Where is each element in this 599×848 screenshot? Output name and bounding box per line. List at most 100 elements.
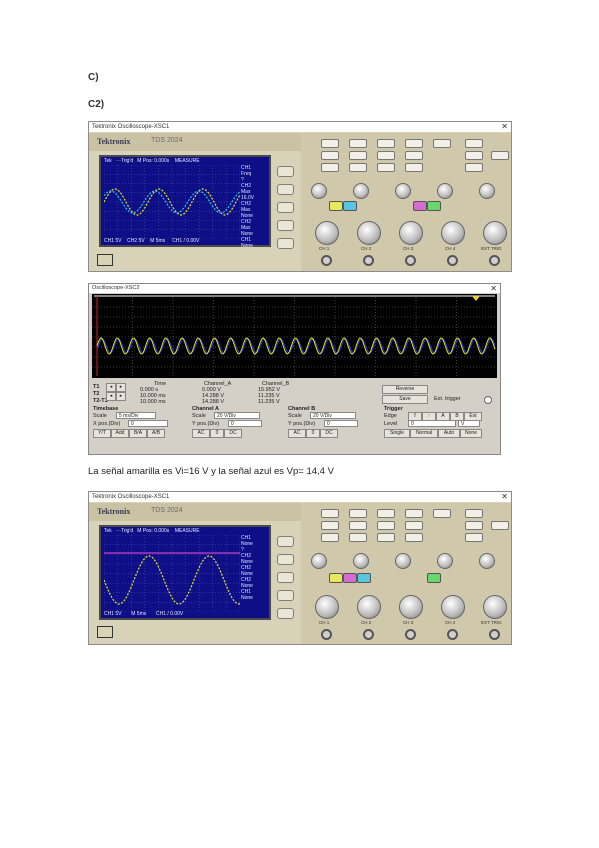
ch4-menu-button[interactable] [427, 573, 441, 583]
panel-button[interactable] [405, 533, 423, 542]
timebase-xpos-field[interactable]: 0 [128, 420, 168, 427]
position-knob[interactable] [395, 553, 411, 569]
channel-b-ac-button[interactable]: AC [288, 429, 306, 438]
volts-div-knob-ch1[interactable] [315, 595, 339, 619]
close-icon[interactable]: ✕ [490, 284, 497, 294]
sec-div-knob[interactable] [483, 221, 507, 245]
mode-ba-button[interactable]: B/A [129, 429, 147, 438]
channel-b-ypos-field[interactable]: 0 [324, 420, 358, 427]
panel-button[interactable] [377, 139, 395, 148]
volts-div-knob-ch3[interactable] [399, 221, 423, 245]
panel-button[interactable] [321, 521, 339, 530]
menu-button-1[interactable] [277, 166, 294, 177]
position-knob[interactable] [437, 553, 453, 569]
mode-add-button[interactable]: Add [111, 429, 129, 438]
close-icon[interactable]: ✕ [501, 492, 508, 502]
trigger-auto-button[interactable]: Auto [438, 429, 460, 438]
ch4-connector[interactable] [447, 629, 458, 640]
trigger-level-field[interactable]: 0 [408, 420, 456, 427]
channel-a-dc-button[interactable]: DC [224, 429, 242, 438]
ch1-menu-button[interactable] [329, 201, 343, 211]
close-icon[interactable]: ✕ [501, 122, 508, 132]
trigger-none-button[interactable]: None [460, 429, 482, 438]
menu-button-4[interactable] [277, 590, 294, 601]
ch4-menu-button[interactable] [427, 201, 441, 211]
t2-left-arrow-icon[interactable]: ◂ [106, 392, 116, 401]
position-knob[interactable] [311, 183, 327, 199]
ch2-menu-button[interactable] [343, 573, 357, 583]
t2-right-arrow-icon[interactable]: ▸ [116, 392, 126, 401]
panel-button[interactable] [349, 533, 367, 542]
menu-button-3[interactable] [277, 572, 294, 583]
menu-button-2[interactable] [277, 184, 294, 195]
ch3-menu-button[interactable] [413, 201, 427, 211]
panel-button[interactable] [491, 521, 509, 530]
panel-button[interactable] [321, 151, 339, 160]
panel-button[interactable] [321, 533, 339, 542]
panel-button[interactable] [465, 509, 483, 518]
panel-button[interactable] [349, 139, 367, 148]
panel-button[interactable] [405, 521, 423, 530]
panel-button[interactable] [349, 521, 367, 530]
save-button[interactable]: Save [382, 395, 428, 404]
menu-button-5[interactable] [277, 608, 294, 619]
channel-b-dc-button[interactable]: DC [320, 429, 338, 438]
panel-button[interactable] [433, 509, 451, 518]
position-knob[interactable] [437, 183, 453, 199]
ch3-menu-button[interactable] [357, 573, 371, 583]
panel-button[interactable] [377, 533, 395, 542]
channel-a-ac-button[interactable]: AC [192, 429, 210, 438]
trigger-level-unit[interactable]: V [458, 420, 480, 427]
position-knob[interactable] [395, 183, 411, 199]
ch2-connector[interactable] [363, 629, 374, 640]
reverse-button[interactable]: Reverse [382, 385, 428, 394]
menu-button-3[interactable] [277, 202, 294, 213]
menu-button-4[interactable] [277, 220, 294, 231]
ext-trig-connector[interactable] [489, 629, 500, 640]
ch3-connector[interactable] [405, 629, 416, 640]
panel-button[interactable] [405, 163, 423, 172]
panel-button[interactable] [321, 509, 339, 518]
panel-button[interactable] [377, 521, 395, 530]
ext-trig-connector[interactable] [489, 255, 500, 266]
ext-trigger-terminal[interactable] [484, 396, 492, 404]
panel-button[interactable] [377, 151, 395, 160]
panel-button[interactable] [349, 163, 367, 172]
ch2-menu-button[interactable] [343, 201, 357, 211]
panel-button[interactable] [349, 151, 367, 160]
channel-b-scale-field[interactable]: 20 V/Div [310, 412, 356, 419]
panel-button[interactable] [405, 139, 423, 148]
ch1-connector[interactable] [321, 255, 332, 266]
menu-button-5[interactable] [277, 238, 294, 249]
menu-button-2[interactable] [277, 554, 294, 565]
panel-button[interactable] [465, 139, 483, 148]
position-knob[interactable] [353, 183, 369, 199]
menu-button-1[interactable] [277, 536, 294, 547]
ch1-connector[interactable] [321, 629, 332, 640]
timebase-scale-field[interactable]: 5 ms/Div [116, 412, 156, 419]
mode-yt-button[interactable]: Y/T [93, 429, 111, 438]
level-knob[interactable] [479, 553, 495, 569]
channel-a-ypos-field[interactable]: 0 [228, 420, 262, 427]
volts-div-knob-ch1[interactable] [315, 221, 339, 245]
panel-button[interactable] [405, 151, 423, 160]
volts-div-knob-ch2[interactable] [357, 221, 381, 245]
panel-button[interactable] [377, 163, 395, 172]
panel-button[interactable] [349, 509, 367, 518]
trigger-single-button[interactable]: Single [384, 429, 410, 438]
sec-div-knob[interactable] [483, 595, 507, 619]
panel-button[interactable] [321, 163, 339, 172]
mode-ab-button[interactable]: A/B [147, 429, 165, 438]
panel-button[interactable] [465, 533, 483, 542]
level-knob[interactable] [479, 183, 495, 199]
ch4-connector[interactable] [447, 255, 458, 266]
t1-right-arrow-icon[interactable]: ▸ [116, 383, 126, 392]
position-knob[interactable] [353, 553, 369, 569]
panel-button[interactable] [465, 151, 483, 160]
panel-button[interactable] [405, 509, 423, 518]
t1-left-arrow-icon[interactable]: ◂ [106, 383, 116, 392]
channel-a-0-button[interactable]: 0 [210, 429, 224, 438]
volts-div-knob-ch3[interactable] [399, 595, 423, 619]
position-knob[interactable] [311, 553, 327, 569]
ch3-connector[interactable] [405, 255, 416, 266]
